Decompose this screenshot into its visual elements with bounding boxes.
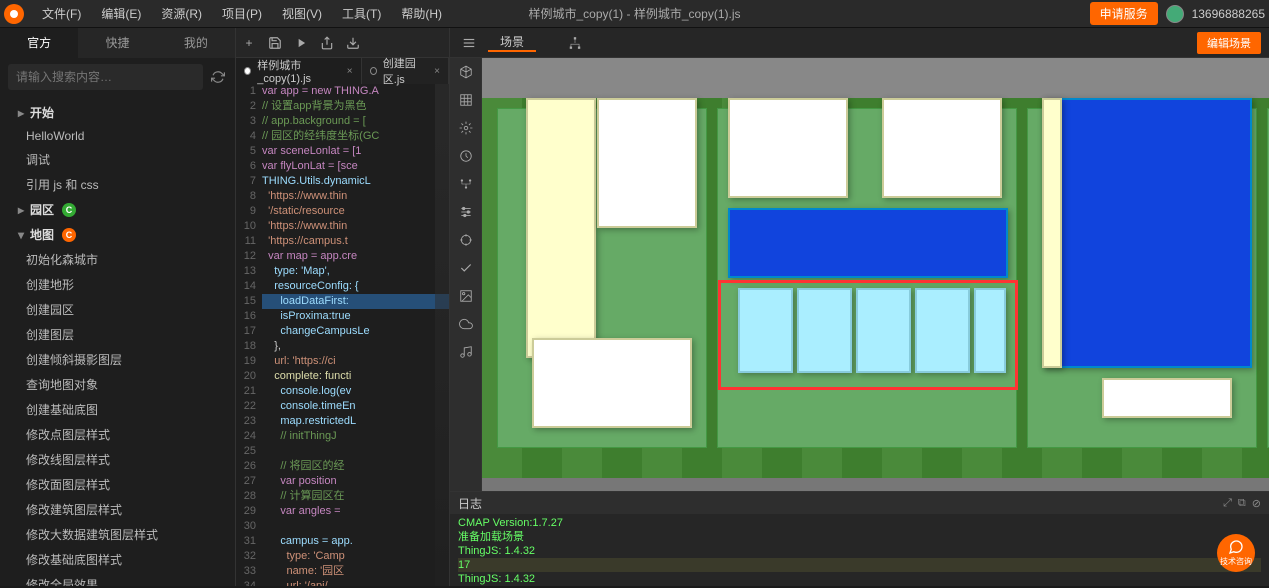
history-icon[interactable]: [450, 142, 482, 170]
tech-support-fab[interactable]: 技术咨询: [1217, 534, 1255, 572]
tree-item[interactable]: 查询地图对象: [0, 372, 235, 397]
user-id: 13696888265: [1192, 7, 1265, 21]
tree-item[interactable]: 修改全局效果: [0, 572, 235, 586]
log-line: ThingJS: 1.4.32: [458, 572, 1261, 586]
apply-service-button[interactable]: 申请服务: [1090, 2, 1158, 25]
edit-scene-button[interactable]: 编辑场景: [1197, 32, 1261, 54]
menu-file[interactable]: 文件(F): [32, 0, 91, 28]
building: [728, 98, 848, 198]
tree-item[interactable]: 创建倾斜摄影图层: [0, 347, 235, 372]
tree-header[interactable]: ▾地图C: [0, 222, 235, 247]
tree-item[interactable]: 调试: [0, 147, 235, 172]
editor-tabs: 样例城市_copy(1).js× 创建园区.js×: [236, 58, 449, 84]
run-icon[interactable]: [288, 28, 314, 58]
wireframe-icon[interactable]: [450, 86, 482, 114]
window-title: 样例城市_copy(1) - 样例城市_copy(1).js: [528, 5, 740, 22]
editor-panel: + 样例城市_copy(1).js× 创建园区.js× 1var app = n…: [235, 28, 450, 586]
tree-item[interactable]: 修改建筑图层样式: [0, 497, 235, 522]
tab-official[interactable]: 官方: [0, 28, 78, 58]
tree-item[interactable]: HelloWorld: [0, 125, 235, 147]
tree-item[interactable]: 创建园区: [0, 297, 235, 322]
tab-quick[interactable]: 快捷: [78, 28, 156, 58]
app-logo: [4, 4, 24, 24]
tree-item[interactable]: 修改点图层样式: [0, 422, 235, 447]
cloud-icon[interactable]: [450, 310, 482, 338]
cube-icon[interactable]: [450, 58, 482, 86]
log-line: ThingJS: 1.4.32: [458, 544, 1261, 558]
left-sidebar: 官方 快捷 我的 ▸开始HelloWorld调试引用 js 和 css▸园区C▾…: [0, 28, 235, 586]
tree-item[interactable]: 引用 js 和 css: [0, 172, 235, 197]
tree-item[interactable]: 创建图层: [0, 322, 235, 347]
building: [1042, 98, 1062, 368]
menu-edit[interactable]: 编辑(E): [91, 0, 151, 28]
list-icon[interactable]: [458, 32, 480, 54]
menu-project[interactable]: 项目(P): [212, 0, 272, 28]
log-expand-icon[interactable]: ⤢: [1223, 497, 1232, 510]
building: [597, 98, 697, 228]
log-title: 日志: [458, 495, 482, 512]
hierarchy-icon[interactable]: [564, 32, 586, 54]
tab-scene[interactable]: 场景: [488, 33, 536, 52]
log-panel: 日志 ⤢ ⧉ ⊘ CMAP Version:1.7.27准备加载场景ThingJ…: [450, 491, 1269, 586]
gear-icon[interactable]: [450, 114, 482, 142]
check-icon[interactable]: [450, 254, 482, 282]
save-icon[interactable]: [262, 28, 288, 58]
close-icon[interactable]: ×: [347, 66, 353, 77]
building: [532, 338, 692, 428]
menu-resource[interactable]: 资源(R): [151, 0, 212, 28]
menu-tools[interactable]: 工具(T): [332, 0, 391, 28]
crosshair-icon[interactable]: [450, 226, 482, 254]
scene-viewport[interactable]: [482, 58, 1269, 491]
log-clear-icon[interactable]: ⊘: [1252, 497, 1261, 510]
search-input[interactable]: [8, 64, 203, 90]
viewport-panel: 场景 编辑场景: [450, 28, 1269, 586]
building: [1102, 378, 1232, 418]
log-popout-icon[interactable]: ⧉: [1238, 497, 1246, 510]
tab-mine[interactable]: 我的: [157, 28, 235, 58]
log-line: 准备加载场景: [458, 530, 1261, 544]
log-line: 17: [458, 558, 1261, 572]
selection-box: [718, 280, 1018, 390]
image-icon[interactable]: [450, 282, 482, 310]
new-file-icon[interactable]: +: [236, 28, 262, 58]
tree-item[interactable]: 修改基础底图样式: [0, 547, 235, 572]
user-avatar[interactable]: [1166, 5, 1184, 23]
download-icon[interactable]: [340, 28, 366, 58]
tree-item[interactable]: 初始化森城市: [0, 247, 235, 272]
editor-tab-create[interactable]: 创建园区.js×: [362, 58, 449, 84]
building: [882, 98, 1002, 198]
menubar: 文件(F) 编辑(E) 资源(R) 项目(P) 视图(V) 工具(T) 帮助(H…: [0, 0, 1269, 28]
music-icon[interactable]: [450, 338, 482, 366]
code-area[interactable]: 1var app = new THING.A2// 设置app背景为黑色3// …: [236, 84, 449, 586]
viewport-toolbar: [450, 58, 482, 491]
sliders-icon[interactable]: [450, 198, 482, 226]
tree-header[interactable]: ▸园区C: [0, 197, 235, 222]
minimap[interactable]: [435, 84, 449, 586]
graph-icon[interactable]: [450, 170, 482, 198]
editor-toolbar: +: [236, 28, 449, 58]
building: [1042, 98, 1252, 368]
tree-item[interactable]: 修改线图层样式: [0, 447, 235, 472]
editor-tab-main[interactable]: 样例城市_copy(1).js×: [236, 58, 362, 84]
building: [526, 98, 596, 358]
log-line: CMAP Version:1.7.27: [458, 516, 1261, 530]
building: [728, 208, 1008, 278]
menu-help[interactable]: 帮助(H): [391, 0, 452, 28]
tree-header[interactable]: ▸开始: [0, 100, 235, 125]
menu-view[interactable]: 视图(V): [272, 0, 332, 28]
tree-item[interactable]: 修改面图层样式: [0, 472, 235, 497]
sample-tree: ▸开始HelloWorld调试引用 js 和 css▸园区C▾地图C初始化森城市…: [0, 96, 235, 586]
tree-item[interactable]: 修改大数据建筑图层样式: [0, 522, 235, 547]
tree-item[interactable]: 创建地形: [0, 272, 235, 297]
share-icon[interactable]: [314, 28, 340, 58]
refresh-icon[interactable]: [209, 68, 227, 86]
close-icon[interactable]: ×: [434, 66, 440, 77]
tree-item[interactable]: 创建基础底图: [0, 397, 235, 422]
